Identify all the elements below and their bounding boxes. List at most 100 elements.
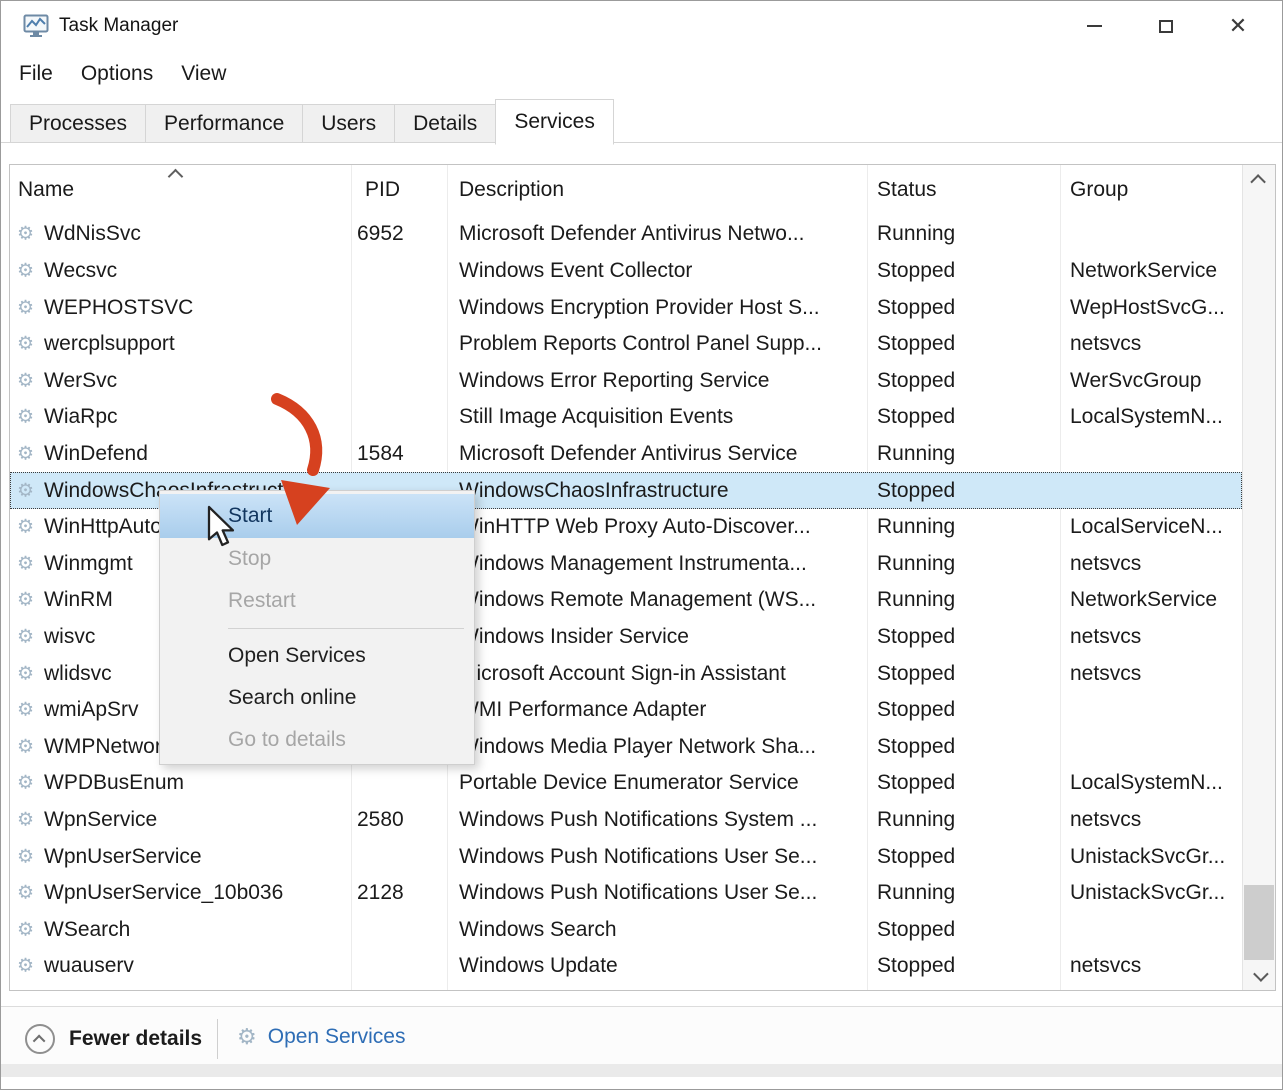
service-name: WEPHOSTSVC (44, 296, 193, 320)
service-status: Running (877, 515, 955, 539)
context-menu-item-start[interactable]: Start (160, 494, 474, 538)
service-name: wisvc (44, 625, 95, 649)
service-group: netsvcs (1070, 552, 1141, 576)
chevron-down-icon (1253, 966, 1269, 982)
service-status: Stopped (877, 259, 955, 283)
table-row-wuauserv[interactable]: ⚙wuauservWindows UpdateStoppednetsvcs (10, 948, 1242, 985)
gear-icon: ⚙ (17, 772, 34, 795)
window-bottom-strip (1, 1064, 1282, 1077)
service-status: Stopped (877, 845, 955, 869)
gear-icon: ⚙ (17, 442, 34, 465)
table-row-wpdbusenum[interactable]: ⚙WPDBusEnumPortable Device Enumerator Se… (10, 765, 1242, 802)
service-group: WerSvcGroup (1070, 369, 1202, 393)
tab-services[interactable]: Services (495, 99, 614, 145)
minimize-icon (1087, 25, 1102, 27)
close-button[interactable]: ✕ (1202, 1, 1274, 51)
gear-icon: ⚙ (17, 955, 34, 978)
menu-view[interactable]: View (167, 56, 240, 92)
menu-options[interactable]: Options (67, 56, 167, 92)
scrollbar-thumb[interactable] (1244, 885, 1274, 960)
tab-processes[interactable]: Processes (10, 104, 146, 143)
service-name: WpnUserService (44, 845, 202, 869)
table-row-windefend[interactable]: ⚙WinDefend1584Microsoft Defender Antivir… (10, 436, 1242, 473)
scroll-up-button[interactable] (1243, 165, 1275, 195)
table-row-wpnuserservice-10b036[interactable]: ⚙WpnUserService_10b0362128Windows Push N… (10, 875, 1242, 912)
service-description: Microsoft Defender Antivirus Netwo... (459, 222, 804, 246)
scroll-down-button[interactable] (1243, 960, 1275, 990)
close-icon: ✕ (1229, 15, 1247, 37)
gear-icon: ⚙ (17, 552, 34, 575)
service-pid: 2580 (357, 808, 404, 832)
tab-users[interactable]: Users (302, 104, 395, 143)
table-row-wercplsupport[interactable]: ⚙wercplsupportProblem Reports Control Pa… (10, 326, 1242, 363)
fewer-details-label: Fewer details (69, 1027, 202, 1051)
column-header-description[interactable]: Description (459, 165, 564, 215)
context-menu: StartStopRestartOpen ServicesSearch onli… (159, 490, 475, 765)
table-row-wiarpc[interactable]: ⚙WiaRpcStill Image Acquisition EventsSto… (10, 399, 1242, 436)
gear-icon: ⚙ (17, 479, 34, 502)
service-name: wuauserv (44, 954, 134, 978)
gear-icon: ⚙ (17, 369, 34, 392)
service-name: WpnUserService_10b036 (44, 881, 283, 905)
gear-icon: ⚙ (17, 296, 34, 319)
service-status: Stopped (877, 369, 955, 393)
tab-performance[interactable]: Performance (145, 104, 303, 143)
service-status: Running (877, 222, 955, 246)
footer-bar: Fewer details ⚙ Open Services (1, 1006, 1282, 1077)
service-group: netsvcs (1070, 625, 1141, 649)
gear-icon: ⚙ (17, 259, 34, 282)
gear-icon: ⚙ (17, 516, 34, 539)
table-row-wecsvc[interactable]: ⚙WecsvcWindows Event CollectorStoppedNet… (10, 253, 1242, 290)
service-description: Windows Insider Service (459, 625, 689, 649)
service-status: Running (877, 881, 955, 905)
title-bar[interactable]: Task Manager ✕ (1, 1, 1282, 51)
fewer-details-button[interactable]: Fewer details (25, 1024, 202, 1054)
tab-details[interactable]: Details (394, 104, 496, 143)
maximize-icon (1159, 20, 1173, 33)
service-description: Windows Media Player Network Sha... (459, 735, 816, 759)
service-status: Running (877, 442, 955, 466)
service-description: Windows Encryption Provider Host S... (459, 296, 820, 320)
column-header-group[interactable]: Group (1070, 165, 1128, 215)
gear-icon: ⚙ (17, 918, 34, 941)
service-description: Windows Push Notifications User Se... (459, 881, 817, 905)
table-row-wersvc[interactable]: ⚙WerSvcWindows Error Reporting ServiceSt… (10, 362, 1242, 399)
service-description: Microsoft Account Sign-in Assistant (459, 662, 786, 686)
service-status: Stopped (877, 625, 955, 649)
service-status: Stopped (877, 698, 955, 722)
table-row-wsearch[interactable]: ⚙WSearchWindows SearchStopped (10, 912, 1242, 949)
service-description: Windows Management Instrumenta... (459, 552, 807, 576)
service-name: WinRM (44, 588, 113, 612)
context-menu-item-go-to-details: Go to details (160, 719, 474, 761)
column-header-name[interactable]: Name (18, 165, 74, 215)
minimize-button[interactable] (1058, 1, 1130, 51)
service-name: WiaRpc (44, 405, 118, 429)
vertical-scrollbar[interactable] (1242, 165, 1275, 990)
gear-icon: ⚙ (17, 589, 34, 612)
chevron-up-icon (1250, 174, 1266, 190)
service-description: Windows Search (459, 918, 617, 942)
table-row-wpnuserservice[interactable]: ⚙WpnUserServiceWindows Push Notification… (10, 838, 1242, 875)
tab-strip: ProcessesPerformanceUsersDetailsServices (1, 96, 1282, 143)
service-name: Wecsvc (44, 259, 117, 283)
service-group: WepHostSvcG... (1070, 296, 1225, 320)
service-status: Stopped (877, 479, 955, 503)
table-row-wdnissvc[interactable]: ⚙WdNisSvc6952Microsoft Defender Antiviru… (10, 216, 1242, 253)
column-header-pid[interactable]: PID (365, 165, 400, 215)
table-row-wephostsvc[interactable]: ⚙ WEPHOSTSVC Windows Encryption Provider H… (10, 289, 1242, 326)
service-group: LocalServiceN... (1070, 515, 1223, 539)
open-services-link[interactable]: ⚙ Open Services (237, 1024, 405, 1050)
context-menu-separator (228, 628, 464, 629)
service-group: netsvcs (1070, 332, 1141, 356)
context-menu-item-stop: Stop (160, 538, 474, 580)
gear-icon: ⚙ (17, 333, 34, 356)
context-menu-item-open-services[interactable]: Open Services (160, 635, 474, 677)
table-row-wpnservice[interactable]: ⚙WpnService2580Windows Push Notification… (10, 802, 1242, 839)
maximize-button[interactable] (1130, 1, 1202, 51)
service-status: Stopped (877, 918, 955, 942)
service-description: Windows Remote Management (WS... (459, 588, 816, 612)
menu-file[interactable]: File (5, 56, 67, 92)
column-header-status[interactable]: Status (877, 165, 937, 215)
context-menu-item-search-online[interactable]: Search online (160, 677, 474, 719)
service-status: Stopped (877, 405, 955, 429)
